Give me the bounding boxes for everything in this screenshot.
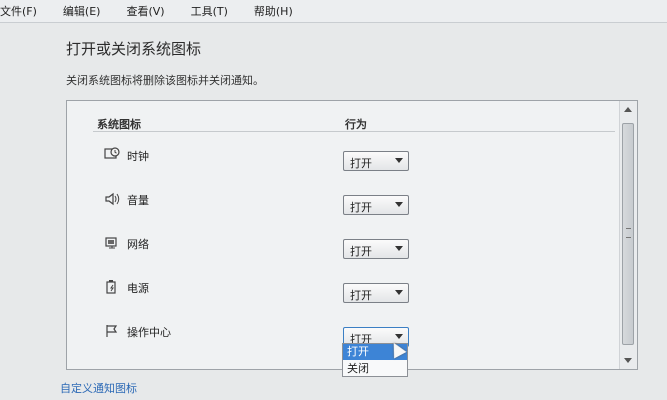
chevron-down-icon xyxy=(395,290,403,295)
volume-icon xyxy=(103,191,121,209)
chevron-down-icon xyxy=(395,202,403,207)
page-description: 关闭系统图标将删除该图标并关闭通知。 xyxy=(66,74,264,87)
behavior-select-power[interactable]: 打开 xyxy=(343,283,409,303)
menu-help[interactable]: 帮助(H) xyxy=(254,3,293,19)
table-row-volume: 音量 打开 xyxy=(67,187,617,217)
chevron-down-icon xyxy=(395,334,403,339)
behavior-select-clock[interactable]: 打开 xyxy=(343,151,409,171)
chevron-down-icon xyxy=(395,158,403,163)
vertical-scrollbar[interactable] xyxy=(619,101,637,369)
table-row-network: 网络 打开 xyxy=(67,231,617,261)
menu-edit[interactable]: 编辑(E) xyxy=(63,3,101,19)
scroll-thumb[interactable] xyxy=(622,123,634,345)
row-label-action-center: 操作中心 xyxy=(127,326,171,339)
column-header-behavior: 行为 xyxy=(345,118,367,131)
select-value: 打开 xyxy=(350,245,372,258)
network-icon xyxy=(103,235,121,253)
menu-file[interactable]: 文件(F) xyxy=(0,3,37,19)
select-value: 打开 xyxy=(350,201,372,214)
table-row-power: 电源 打开 xyxy=(67,275,617,305)
column-header-system-icons: 系统图标 xyxy=(97,118,141,131)
menu-tools[interactable]: 工具(T) xyxy=(191,3,228,19)
clock-icon xyxy=(103,147,121,165)
chevron-down-icon xyxy=(395,246,403,251)
select-value: 打开 xyxy=(350,157,372,170)
page-title: 打开或关闭系统图标 xyxy=(66,40,202,58)
behavior-select-volume[interactable]: 打开 xyxy=(343,195,409,215)
menu-bar: 文件(F) 编辑(E) 查看(V) 工具(T) 帮助(H) xyxy=(0,0,667,23)
dropdown-option-off[interactable]: 关闭 xyxy=(343,361,407,377)
row-label-network: 网络 xyxy=(127,238,149,251)
action-center-flag-icon xyxy=(103,323,121,341)
row-label-power: 电源 xyxy=(127,282,149,295)
header-divider xyxy=(93,131,615,132)
behavior-select-network[interactable]: 打开 xyxy=(343,239,409,259)
scroll-up-arrow-icon[interactable] xyxy=(624,107,632,112)
table-row-clock: 时钟 打开 xyxy=(67,143,617,173)
customize-notification-icons-link[interactable]: 自定义通知图标 xyxy=(60,380,137,396)
system-icons-panel: 系统图标 行为 时钟 打开 音量 打开 网络 打开 电源 打开 操作中心 打开 xyxy=(66,100,638,370)
row-label-volume: 音量 xyxy=(127,194,149,207)
power-icon xyxy=(103,279,121,297)
row-label-clock: 时钟 xyxy=(127,150,149,163)
menu-view[interactable]: 查看(V) xyxy=(126,3,164,19)
thumb-grip-icon xyxy=(626,228,631,238)
scroll-down-arrow-icon[interactable] xyxy=(624,358,632,363)
select-value: 打开 xyxy=(350,289,372,302)
